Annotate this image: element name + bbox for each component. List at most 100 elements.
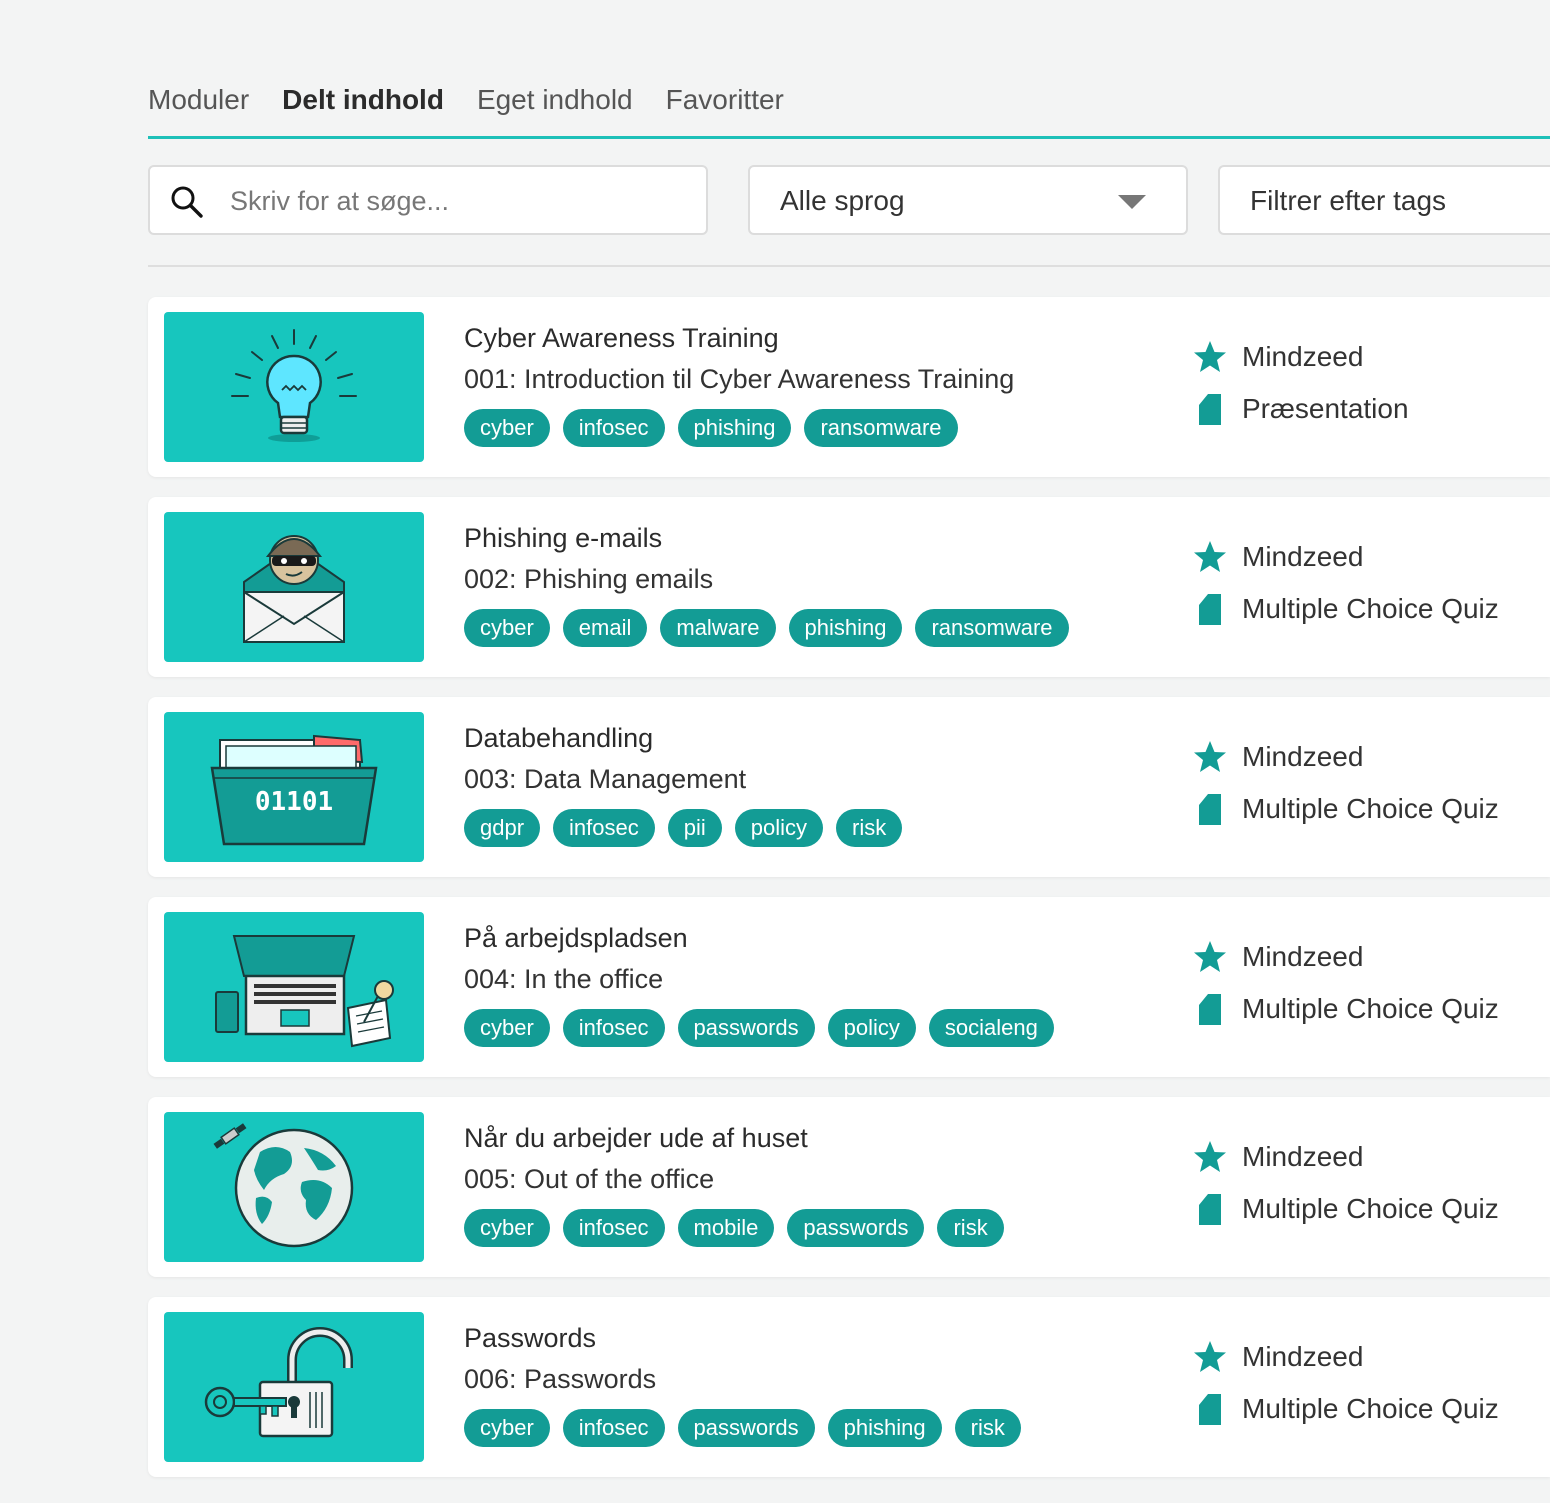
- module-list: Cyber Awareness Training 001: Introducti…: [148, 297, 1550, 1497]
- tag-chip[interactable]: infosec: [562, 409, 665, 447]
- tag-chip[interactable]: passwords: [677, 1409, 815, 1447]
- document-icon: [1199, 594, 1221, 625]
- module-title: Databehandling: [464, 723, 654, 753]
- tag-list: gdpr infosec pii policy risk: [464, 809, 903, 847]
- module-meta: Mindzeed Multiple Choice Quiz: [1192, 1339, 1499, 1443]
- module-subtitle: 002: Phishing emails: [464, 564, 714, 594]
- module-card[interactable]: Cyber Awareness Training 001: Introducti…: [148, 297, 1550, 477]
- tag-chip[interactable]: cyber: [464, 609, 550, 647]
- tag-chip[interactable]: phishing: [677, 409, 792, 447]
- tag-chip[interactable]: ransomware: [915, 609, 1069, 647]
- module-author: Mindzeed: [1242, 541, 1364, 572]
- module-thumbnail: [164, 912, 424, 1062]
- module-author: Mindzeed: [1242, 741, 1364, 772]
- module-type: Multiple Choice Quiz: [1242, 593, 1499, 624]
- search-input[interactable]: [230, 175, 690, 227]
- divider: [148, 265, 1550, 267]
- search-box[interactable]: [148, 165, 708, 235]
- tag-chip[interactable]: ransomware: [804, 409, 958, 447]
- module-subtitle: 001: Introduction til Cyber Awareness Tr…: [464, 364, 1015, 394]
- tab-bar: Moduler Delt indhold Eget indhold Favori…: [148, 84, 784, 116]
- module-card[interactable]: 01101 Databehandling 003: Data Managemen…: [148, 697, 1550, 877]
- tag-list: cyber infosec mobile passwords risk: [464, 1209, 1004, 1247]
- module-title: Når du arbejder ude af huset: [464, 1123, 808, 1153]
- module-thumbnail: 01101: [164, 712, 424, 862]
- tag-chip[interactable]: passwords: [677, 1009, 815, 1047]
- tag-list: cyber infosec phishing ransomware: [464, 409, 1014, 447]
- module-card[interactable]: Passwords 006: Passwords cyber infosec p…: [148, 1297, 1550, 1477]
- tag-chip[interactable]: cyber: [464, 409, 550, 447]
- tag-chip[interactable]: cyber: [464, 1009, 550, 1047]
- tag-chip[interactable]: phishing: [788, 609, 903, 647]
- star-icon: [1194, 341, 1226, 372]
- tab-favoritter[interactable]: Favoritter: [666, 84, 784, 116]
- tag-chip[interactable]: risk: [937, 1209, 1004, 1247]
- tag-chip[interactable]: gdpr: [464, 809, 541, 847]
- hacker-envelope-icon: [243, 535, 345, 643]
- star-icon: [1194, 541, 1226, 572]
- tag-chip[interactable]: risk: [836, 809, 903, 847]
- tab-moduler[interactable]: Moduler: [148, 84, 249, 116]
- padlock-key-icon: [204, 1327, 353, 1438]
- document-icon: [1199, 794, 1221, 825]
- module-card[interactable]: Phishing e-mails 002: Phishing emails cy…: [148, 497, 1550, 677]
- tag-chip[interactable]: passwords: [787, 1209, 925, 1247]
- module-title: På arbejdspladsen: [464, 923, 688, 953]
- module-title: Passwords: [464, 1323, 597, 1353]
- module-type: Multiple Choice Quiz: [1242, 1393, 1499, 1424]
- tag-chip[interactable]: cyber: [464, 1209, 550, 1247]
- module-type: Præsentation: [1242, 393, 1409, 424]
- language-select-value: Alle sprog: [780, 185, 905, 216]
- module-author: Mindzeed: [1242, 341, 1364, 372]
- module-card[interactable]: På arbejdspladsen 004: In the office cyb…: [148, 897, 1550, 1077]
- module-thumbnail: [164, 1112, 424, 1262]
- tag-chip[interactable]: phishing: [827, 1409, 942, 1447]
- tag-chip[interactable]: email: [562, 609, 648, 647]
- tag-chip[interactable]: infosec: [562, 1009, 665, 1047]
- module-type: Multiple Choice Quiz: [1242, 1193, 1499, 1224]
- tag-list: cyber infosec passwords phishing risk: [464, 1409, 1021, 1447]
- tag-chip[interactable]: socialeng: [928, 1009, 1054, 1047]
- tag-chip[interactable]: infosec: [553, 809, 655, 847]
- tag-chip[interactable]: pii: [667, 809, 722, 847]
- module-meta: Mindzeed Multiple Choice Quiz: [1192, 939, 1499, 1043]
- module-subtitle: 006: Passwords: [464, 1364, 657, 1394]
- module-card[interactable]: Når du arbejder ude af huset 005: Out of…: [148, 1097, 1550, 1277]
- language-select[interactable]: Alle sprog: [748, 165, 1188, 235]
- module-thumbnail: [164, 512, 424, 662]
- module-meta: Mindzeed Præsentation: [1192, 339, 1409, 443]
- tag-chip[interactable]: malware: [660, 609, 776, 647]
- globe-satellite-icon: [213, 1123, 354, 1248]
- module-author: Mindzeed: [1242, 1141, 1364, 1172]
- module-thumbnail: [164, 1312, 424, 1462]
- tag-list: cyber infosec passwords policy socialeng: [464, 1009, 1054, 1047]
- module-title: Phishing e-mails: [464, 523, 663, 553]
- module-thumbnail: [164, 312, 424, 462]
- star-icon: [1194, 941, 1226, 972]
- tag-chip[interactable]: infosec: [562, 1209, 665, 1247]
- tab-eget-indhold[interactable]: Eget indhold: [477, 84, 633, 116]
- tab-underline: [148, 136, 1550, 139]
- tab-delt-indhold[interactable]: Delt indhold: [282, 84, 444, 116]
- tag-chip[interactable]: policy: [734, 809, 824, 847]
- module-type: Multiple Choice Quiz: [1242, 793, 1499, 824]
- laptop-desk-icon: [215, 935, 394, 1048]
- star-icon: [1194, 1141, 1226, 1172]
- tag-chip[interactable]: cyber: [464, 1409, 550, 1447]
- module-title: Cyber Awareness Training: [464, 323, 779, 353]
- tag-chip[interactable]: infosec: [562, 1409, 665, 1447]
- lightbulb-icon: [231, 329, 357, 442]
- module-meta: Mindzeed Multiple Choice Quiz: [1192, 1139, 1499, 1243]
- module-subtitle: 005: Out of the office: [464, 1164, 715, 1194]
- tag-filter[interactable]: Filtrer efter tags: [1218, 165, 1550, 235]
- module-author: Mindzeed: [1242, 1341, 1364, 1372]
- module-type: Multiple Choice Quiz: [1242, 993, 1499, 1024]
- chevron-down-icon: [1118, 195, 1146, 209]
- tag-chip[interactable]: risk: [954, 1409, 1021, 1447]
- tag-chip[interactable]: policy: [827, 1009, 916, 1047]
- data-folder-icon: 01101: [210, 734, 378, 846]
- module-meta: Mindzeed Multiple Choice Quiz: [1192, 539, 1499, 643]
- tag-chip[interactable]: mobile: [677, 1209, 775, 1247]
- tag-list: cyber email malware phishing ransomware: [464, 609, 1069, 647]
- document-icon: [1199, 1394, 1221, 1425]
